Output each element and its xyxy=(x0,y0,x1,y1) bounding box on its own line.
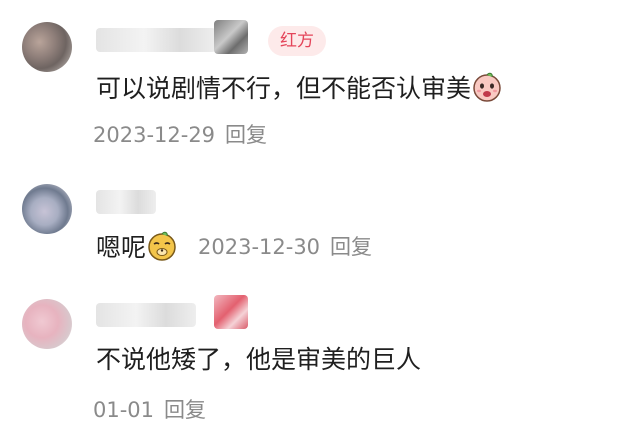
comment-text: 不说他矮了，他是审美的巨人 xyxy=(96,343,421,377)
comment-meta: 2023-12-30 回复 xyxy=(198,232,372,262)
comment-text-content: 不说他矮了，他是审美的巨人 xyxy=(96,345,422,374)
comment-meta: 2023-12-29 回复 xyxy=(93,120,267,150)
reply-button[interactable]: 回复 xyxy=(330,235,372,259)
avatar[interactable] xyxy=(22,299,72,349)
user-level-badge xyxy=(214,295,248,329)
username[interactable] xyxy=(96,303,196,327)
camp-badge: 红方 xyxy=(268,26,326,56)
reply-button[interactable]: 回复 xyxy=(164,398,206,422)
comment-text-content: 可以说剧情不行，但不能否认审美 xyxy=(96,74,472,103)
username[interactable] xyxy=(96,28,216,52)
peach-face-emoji-icon xyxy=(473,72,501,102)
avatar[interactable] xyxy=(22,184,72,234)
comment-date: 01-01 xyxy=(93,398,155,422)
avatar[interactable] xyxy=(22,22,72,72)
username[interactable] xyxy=(96,190,156,214)
comment-date: 2023-12-30 xyxy=(198,235,321,259)
comment-date: 2023-12-29 xyxy=(93,123,216,147)
comment-item: 嗯呢 2023-12-30 回复 xyxy=(0,170,620,280)
doge-face-emoji-icon xyxy=(148,231,176,261)
user-level-badge xyxy=(214,20,248,54)
reply-button[interactable]: 回复 xyxy=(225,123,267,147)
comment-item: 红方 可以说剧情不行，但不能否认审美 2023-12-29 回复 xyxy=(0,0,620,160)
comment-text: 嗯呢 xyxy=(96,230,178,265)
comment-meta: 01-01 回复 xyxy=(93,395,206,425)
comment-text: 可以说剧情不行，但不能否认审美 xyxy=(96,71,503,106)
comment-item: 不说他矮了，他是审美的巨人 01-01 回复 xyxy=(0,285,620,446)
comment-text-content: 嗯呢 xyxy=(96,233,147,262)
